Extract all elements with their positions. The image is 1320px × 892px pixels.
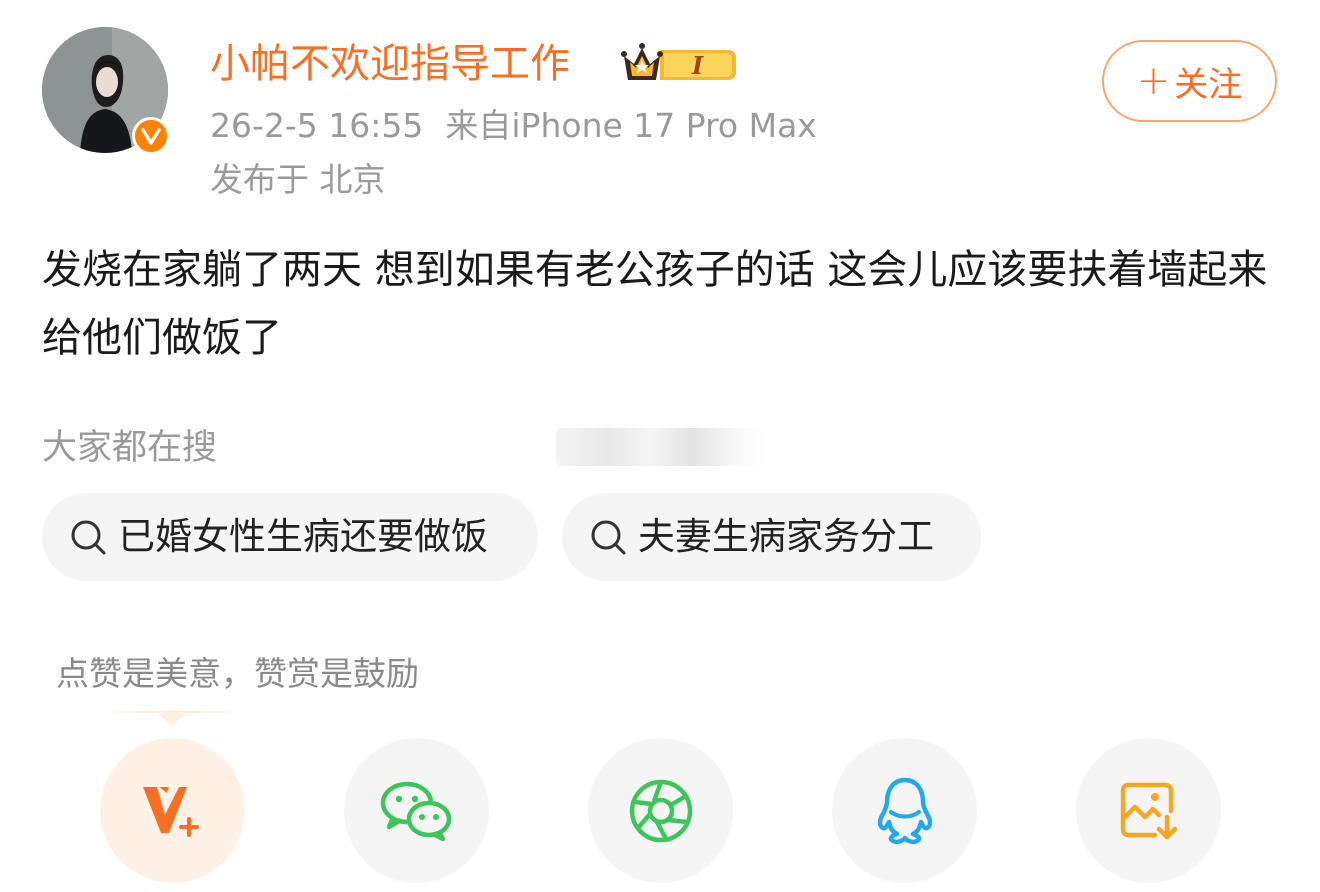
search-icon	[591, 520, 626, 555]
follow-label: 关注	[1174, 64, 1243, 105]
wechat-share-button[interactable]	[344, 738, 489, 883]
reward-button[interactable]	[100, 738, 245, 883]
save-image-icon	[1120, 782, 1177, 839]
moments-share-button[interactable]	[588, 738, 733, 883]
trending-blurred-banner	[556, 428, 766, 466]
post-time: 26-2-5 16:55	[210, 106, 424, 145]
vip-level: I	[691, 51, 704, 80]
author-name[interactable]: 小帕不欢迎指导工作	[210, 39, 570, 89]
trending-chip[interactable]: 已婚女性生病还要做饭	[42, 493, 538, 581]
search-icon	[71, 520, 106, 555]
plus-icon: +	[1136, 58, 1171, 104]
post-source: 来自iPhone 17 Pro Max	[445, 106, 817, 145]
tip-arrow	[156, 712, 188, 726]
v-plus-icon	[142, 786, 199, 837]
qq-icon	[877, 777, 932, 844]
trending-chip-label: 夫妻生病家务分工	[638, 515, 934, 558]
vip-crown-icon: I	[620, 40, 738, 88]
trending-chip-label: 已婚女性生病还要做饭	[118, 515, 488, 558]
moments-icon	[629, 779, 692, 842]
trending-title: 大家都在搜	[42, 428, 218, 468]
author-avatar[interactable]	[42, 27, 170, 155]
wechat-icon	[380, 781, 451, 841]
trending-chip[interactable]: 夫妻生病家务分工	[562, 493, 981, 581]
post-meta: 26-2-5 16:55 来自iPhone 17 Pro Max	[210, 104, 817, 148]
reward-tip: 点赞是美意，赞赏是鼓励	[56, 654, 419, 693]
qq-share-button[interactable]	[832, 738, 977, 883]
save-image-button[interactable]	[1076, 738, 1221, 883]
follow-button[interactable]: + 关注	[1102, 40, 1277, 122]
verified-icon	[132, 117, 170, 155]
post-location: 发布于 北京	[210, 160, 386, 199]
post-content: 发烧在家躺了两天 想到如果有老公孩子的话 这会儿应该要扶着墙起来给他们做饭了	[42, 247, 1268, 361]
